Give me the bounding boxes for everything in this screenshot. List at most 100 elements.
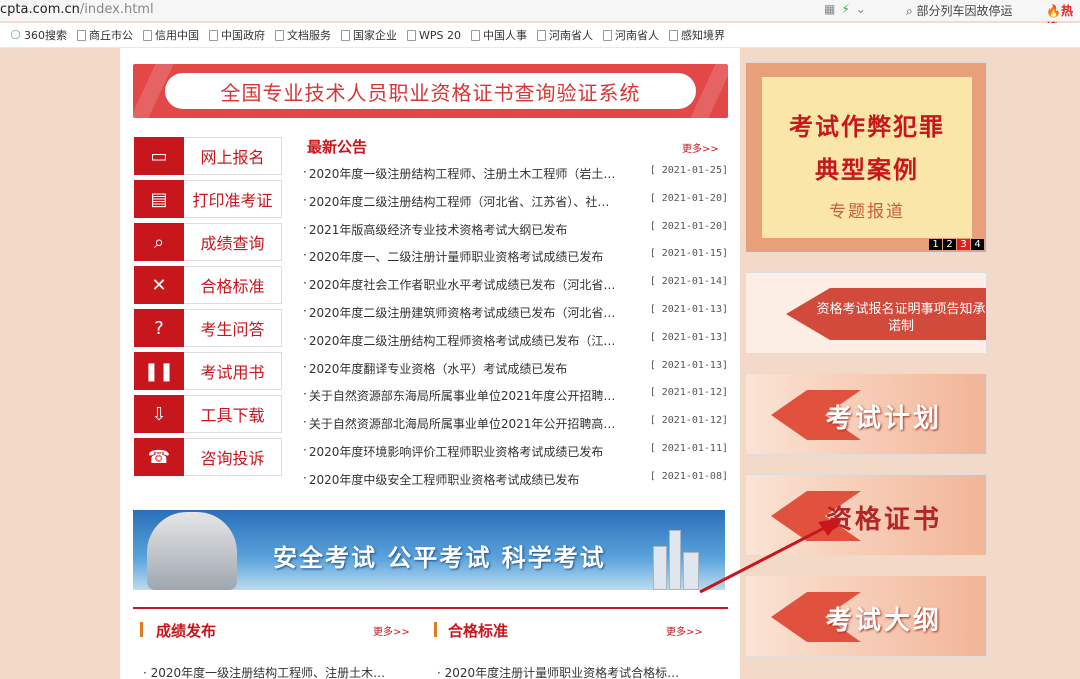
menu-item[interactable]: ⇩ 工具下载 [134,395,282,433]
pager-dot[interactable]: 1 [929,239,942,250]
news-item[interactable]: · 2020年度二级注册结构工程师（河北省、江苏省）、社… [ 2021-01-2… [303,193,728,213]
menu-item[interactable]: ▭ 网上报名 [134,137,282,175]
pager-dot[interactable]: 2 [943,239,956,250]
bookmark-item[interactable]: WPS 20 [407,29,461,42]
news-item-title: 2020年度一级注册结构工程师、注册土木工程师（岩土… [308,167,616,181]
news-item[interactable]: · 2020年度翻译专业资格（水平）考试成绩已发布 [ 2021-01-13] [303,360,728,380]
news-item-date: [ 2021-01-25] [649,165,728,176]
cert-notice-banner[interactable]: 资格考试报名证明事项告知承诺制 [745,272,987,354]
syllabus-banner[interactable]: 考试大纲 [745,575,987,657]
standards-more-link[interactable]: 更多>> [666,623,703,638]
page-icon [275,29,284,41]
grid-icon[interactable]: ▦ [824,2,841,16]
building-image [669,530,681,590]
page-icon [603,29,612,41]
news-heading: 最新公告 [307,138,368,156]
feature-carousel[interactable]: 考试作弊犯罪 典型案例 专题报道 1234 [745,62,987,253]
bookmark-item[interactable]: 信用中国 [143,27,199,43]
page-icon [209,29,218,41]
news-item[interactable]: · 2020年度中级安全工程师职业资格考试成绩已发布 [ 2021-01-08] [303,471,728,491]
news-item[interactable]: · 关于自然资源部北海局所属事业单位2021年公开招聘高… [ 2021-01-1… [303,415,728,435]
url-field[interactable]: cpta.com.cn/index.html [0,2,154,17]
banner-stripe [690,64,734,118]
news-item[interactable]: · 2020年度社会工作者职业水平考试成绩已发布（河北省… [ 2021-01-1… [303,276,728,296]
news-item-title: 2020年度翻译专业资格（水平）考试成绩已发布 [308,361,568,376]
news-item-date: [ 2021-01-13] [649,304,728,315]
news-item-title: 2021年版高级经济专业技术资格考试大纲已发布 [308,222,568,237]
pager-dot[interactable]: 4 [971,239,984,250]
news-item-title: 关于自然资源部北海局所属事业单位2021年公开招聘高… [308,417,616,432]
printer-icon: ▤ [134,180,184,218]
bullet: · [303,220,307,235]
section-divider [133,607,728,609]
menu-item[interactable]: ▤ 打印准考证 [134,180,282,218]
menu-item[interactable]: ⌕ 成绩查询 [134,223,282,261]
menu-item[interactable]: ✕ 合格标准 [134,266,282,304]
news-item[interactable]: · 2020年度二级注册结构工程师资格考试成绩已发布（江… [ 2021-01-1… [303,332,728,352]
bookmark-label: 信用中国 [155,29,199,42]
certificate-banner[interactable]: 资格证书 [745,474,987,556]
bookmark-label: 文档服务 [287,29,331,42]
news-item-date: [ 2021-01-13] [649,331,728,343]
bookmark-item[interactable]: 国家企业 [341,27,397,43]
lightning-icon[interactable]: ⚡ [841,2,855,16]
bookmark-label: 中国人事 [483,29,527,42]
pager-dot[interactable]: 3 [957,239,970,250]
news-item[interactable]: · 2020年度一级注册结构工程师、注册土木工程师（岩土… [ 2021-01-2… [303,165,728,185]
list-item[interactable]: · 2020年度一级注册结构工程师、注册土木… [143,664,385,679]
page-icon [669,29,678,41]
news-item[interactable]: · 2020年度二级注册建筑师资格考试成绩已发布（河北省… [ 2021-01-1… [303,304,728,324]
bullet: · [303,192,307,207]
exam-plan-text: 考试计划 [826,404,943,434]
list-item-text: 2020年度注册计量师职业资格考试合格标… [444,666,680,679]
news-item-date: [ 2021-01-08] [649,470,728,482]
news-item-title: 2020年度社会工作者职业水平考试成绩已发布（河北省… [308,278,616,293]
search-box[interactable]: ⌕ 部分列车因故停运 [906,2,1013,19]
bookmark-item[interactable]: 中国政府 [209,27,265,43]
url-host: cpta.com.cn [0,2,80,17]
search-doc-icon: ⌕ [134,223,184,261]
news-item[interactable]: · 2020年度一、二级注册计量师职业资格考试成绩已发布 [ 2021-01-15… [303,248,728,268]
news-item-title: 关于自然资源部东海局所属事业单位2021年度公开招聘… [308,389,616,404]
news-item-date: [ 2021-01-20] [649,192,728,204]
bullet: · [303,443,307,457]
exam-plan-banner[interactable]: 考试计划 [745,373,987,455]
bookmark-label: WPS 20 [419,28,461,42]
bookmark-item[interactable]: 商丘市公 [77,27,133,43]
news-more-link[interactable]: 更多>> [682,140,719,155]
news-item-date: [ 2021-01-11] [649,443,728,454]
bookmarks-bar: ◯ 360搜索 商丘市公 信用中国 中国政府 文档服务 国家企业 WPS 20 中国人事 河南省人… [0,23,1080,48]
bookmark-item[interactable]: 河南省人 [603,27,659,43]
fire-icon: 🔥 [1046,4,1061,18]
news-item[interactable]: · 关于自然资源部东海局所属事业单位2021年度公开招聘… [ 2021-01-1… [303,387,728,407]
bookmark-label: 商丘市公 [89,29,133,42]
slogan-banner: 安全考试 公平考试 科学考试 [133,510,725,590]
feature-line2: 典型案例 [815,156,919,184]
books-icon: ❚❚ [134,352,184,390]
bookmark-item[interactable]: 河南省人 [537,27,593,43]
bullet: · [303,248,307,263]
menu-item[interactable]: ❚❚ 考试用书 [134,352,282,390]
news-item-date: [ 2021-01-12] [649,387,728,399]
list-item[interactable]: · 2020年度注册计量师职业资格考试合格标… [437,664,679,679]
menu-item[interactable]: ? 考生问答 [134,309,282,347]
menu-item-label: 网上报名 [200,148,265,167]
phone-icon: ☎ [134,438,184,476]
chevron-down-icon[interactable]: ⌄ [856,2,872,16]
bookmark-item[interactable]: 文档服务 [275,27,331,43]
bookmark-label: 国家企业 [353,29,397,42]
lion-statue-image [147,512,237,590]
scores-more-link[interactable]: 更多>> [373,623,410,638]
bookmark-item[interactable]: ◯ 360搜索 [10,27,67,43]
bookmark-item[interactable]: 中国人事 [471,27,527,43]
verify-system-banner[interactable]: 全国专业技术人员职业资格证书查询验证系统 [130,64,734,118]
news-item[interactable]: · 2020年度环境影响评价工程师职业资格考试成绩已发布 [ 2021-01-11… [303,443,728,463]
bullet: · [303,470,307,485]
news-item-date: [ 2021-01-14] [649,276,728,288]
bookmark-label: 河南省人 [549,29,593,42]
bookmark-item[interactable]: 感知境界 [669,27,725,43]
news-item[interactable]: · 2021年版高级经济专业技术资格考试大纲已发布 [ 2021-01-20] [303,221,728,241]
menu-item-label: 合格标准 [200,277,265,296]
bullet: · [303,165,307,179]
menu-item[interactable]: ☎ 咨询投诉 [134,438,282,476]
